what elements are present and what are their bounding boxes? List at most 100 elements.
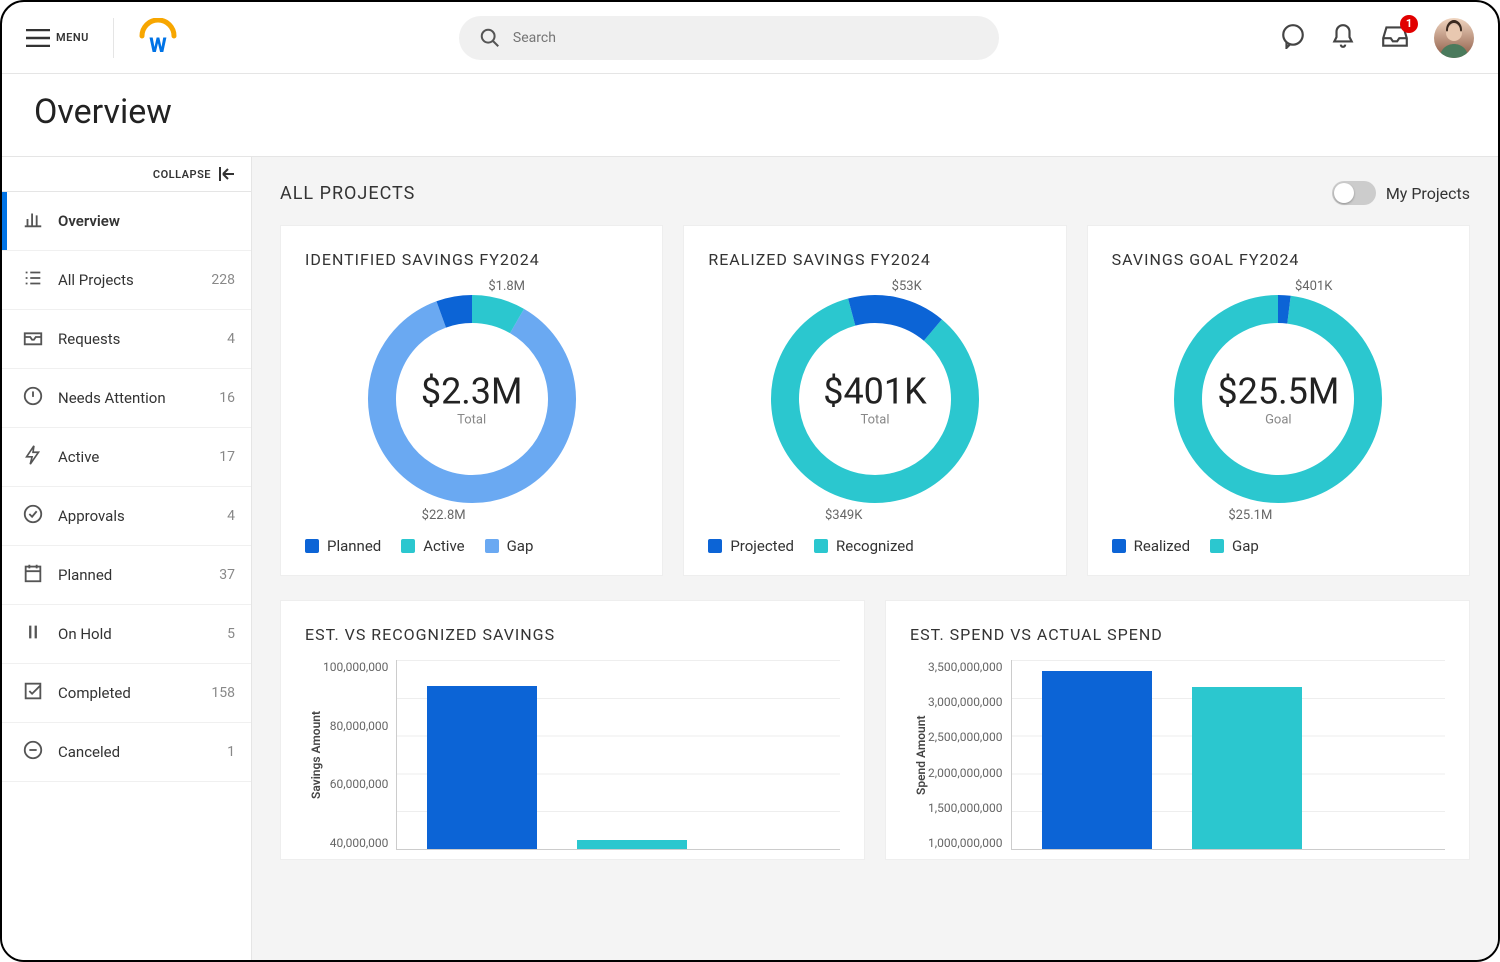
sidebar-item-label: Requests: [58, 330, 120, 348]
y-tick: 60,000,000: [323, 777, 388, 791]
sidebar-item-label: Approvals: [58, 507, 125, 525]
sidebar-item-approvals[interactable]: Approvals 4: [2, 487, 251, 546]
chart-bar: [577, 840, 687, 849]
donut-center-value: $401K: [823, 371, 927, 413]
inbox-badge: 1: [1400, 15, 1418, 33]
sidebar-item-active[interactable]: Active 17: [2, 428, 251, 487]
sidebar-item-label: Overview: [58, 212, 120, 230]
list-icon: [22, 267, 44, 293]
sidebar-item-requests[interactable]: Requests 4: [2, 310, 251, 369]
bar-chart: Savings Amount 100,000,000 80,000,000 60,0…: [305, 660, 840, 850]
pause-icon: [22, 621, 44, 647]
bar-card-row: EST. VS RECOGNIZED SAVINGS Savings Amoun…: [280, 600, 1470, 860]
menu-button[interactable]: MENU: [26, 29, 89, 47]
y-ticks: 3,500,000,0003,000,000,0002,500,000,0002…: [928, 660, 1011, 850]
card-title: REALIZED SAVINGS FY2024: [708, 250, 1041, 269]
bolt-icon: [22, 444, 44, 470]
search-input[interactable]: [513, 30, 979, 46]
sidebar-item-needs-attention[interactable]: Needs Attention 16: [2, 369, 251, 428]
check-circle-icon: [22, 503, 44, 529]
donut-center-sub: Goal: [1217, 413, 1339, 428]
sidebar-item-label: All Projects: [58, 271, 134, 289]
legend: Projected Recognized: [708, 537, 1041, 555]
notifications-icon[interactable]: [1330, 23, 1356, 53]
donut-center-value: $2.3M: [421, 371, 523, 413]
sidebar-item-label: Active: [58, 448, 99, 466]
y-axis-label: Spend Amount: [910, 660, 928, 850]
legend-swatch: [401, 539, 415, 553]
section-title: ALL PROJECTS: [280, 183, 415, 204]
y-axis-label: Savings Amount: [305, 660, 323, 850]
y-tick: 2,500,000,000: [928, 730, 1003, 744]
legend-item: Projected: [708, 537, 794, 555]
bar-card: EST. VS RECOGNIZED SAVINGS Savings Amoun…: [280, 600, 865, 860]
bar-chart: Spend Amount 3,500,000,0003,000,000,0002…: [910, 660, 1445, 850]
sidebar-item-label: Completed: [58, 684, 131, 702]
sidebar: COLLAPSE Overview All Projects 228 Reque…: [2, 157, 252, 960]
sidebar-item-planned[interactable]: Planned 37: [2, 546, 251, 605]
chart-bar: [1042, 671, 1152, 849]
plot-area: [396, 660, 840, 850]
search-box[interactable]: [459, 16, 999, 60]
sidebar-item-all-projects[interactable]: All Projects 228: [2, 251, 251, 310]
donut-chart: $401K Total $53K $349K: [708, 279, 1041, 519]
user-avatar[interactable]: [1434, 18, 1474, 58]
donut-card: REALIZED SAVINGS FY2024 $401K Total $53K…: [683, 225, 1066, 576]
main-content: ALL PROJECTS My Projects IDENTIFIED SAVI…: [252, 157, 1498, 960]
chart-bar: [1192, 687, 1302, 849]
legend-label: Gap: [507, 537, 534, 555]
inbox-icon[interactable]: 1: [1380, 23, 1410, 53]
chat-icon[interactable]: [1280, 23, 1306, 53]
legend-item: Realized: [1112, 537, 1190, 555]
legend: Realized Gap: [1112, 537, 1445, 555]
donut-top-label: $1.8M: [488, 279, 525, 294]
y-tick: 2,000,000,000: [928, 766, 1003, 780]
donut-center-value: $25.5M: [1217, 371, 1339, 413]
donut-top-label: $53K: [892, 279, 922, 294]
chart-icon: [22, 208, 44, 234]
divider: [113, 18, 114, 58]
legend-label: Gap: [1232, 537, 1259, 555]
y-tick: 1,000,000,000: [928, 836, 1003, 850]
legend-swatch: [708, 539, 722, 553]
legend-label: Realized: [1134, 537, 1190, 555]
sidebar-item-count: 5: [227, 626, 235, 642]
sidebar-item-label: On Hold: [58, 625, 112, 643]
collapse-label: COLLAPSE: [153, 168, 211, 181]
sidebar-item-on-hold[interactable]: On Hold 5: [2, 605, 251, 664]
legend-swatch: [1210, 539, 1224, 553]
plot-area: [1011, 660, 1445, 850]
donut-center-sub: Total: [421, 413, 523, 428]
sidebar-item-completed[interactable]: Completed 158: [2, 664, 251, 723]
y-ticks: 100,000,00080,000,00060,000,00040,000,00…: [323, 660, 396, 850]
cancel-icon: [22, 739, 44, 765]
legend-item: Planned: [305, 537, 381, 555]
my-projects-toggle[interactable]: [1332, 181, 1376, 205]
y-tick: 80,000,000: [323, 719, 388, 733]
y-tick: 3,000,000,000: [928, 695, 1003, 709]
y-tick: 1,500,000,000: [928, 801, 1003, 815]
legend-item: Gap: [1210, 537, 1259, 555]
donut-card-row: IDENTIFIED SAVINGS FY2024 $2.3M Total $1…: [280, 225, 1470, 576]
y-tick: 100,000,000: [323, 660, 388, 674]
sidebar-item-count: 17: [219, 449, 235, 465]
legend-swatch: [485, 539, 499, 553]
legend-label: Recognized: [836, 537, 914, 555]
workday-logo[interactable]: W: [138, 18, 178, 58]
sidebar-item-count: 37: [219, 567, 235, 583]
sidebar-item-canceled[interactable]: Canceled 1: [2, 723, 251, 782]
sidebar-item-overview[interactable]: Overview: [2, 192, 251, 251]
legend-swatch: [1112, 539, 1126, 553]
card-title: EST. SPEND VS ACTUAL SPEND: [910, 625, 1445, 644]
topbar: MENU W 1: [2, 2, 1498, 74]
legend-swatch: [305, 539, 319, 553]
sidebar-item-count: 4: [227, 331, 235, 347]
page-title: Overview: [34, 92, 1466, 132]
legend-label: Active: [423, 537, 464, 555]
sidebar-item-label: Canceled: [58, 743, 120, 761]
card-title: IDENTIFIED SAVINGS FY2024: [305, 250, 638, 269]
sidebar-item-label: Needs Attention: [58, 389, 166, 407]
collapse-button[interactable]: COLLAPSE: [2, 157, 251, 192]
sidebar-item-count: 1: [227, 744, 235, 760]
alert-icon: [22, 385, 44, 411]
